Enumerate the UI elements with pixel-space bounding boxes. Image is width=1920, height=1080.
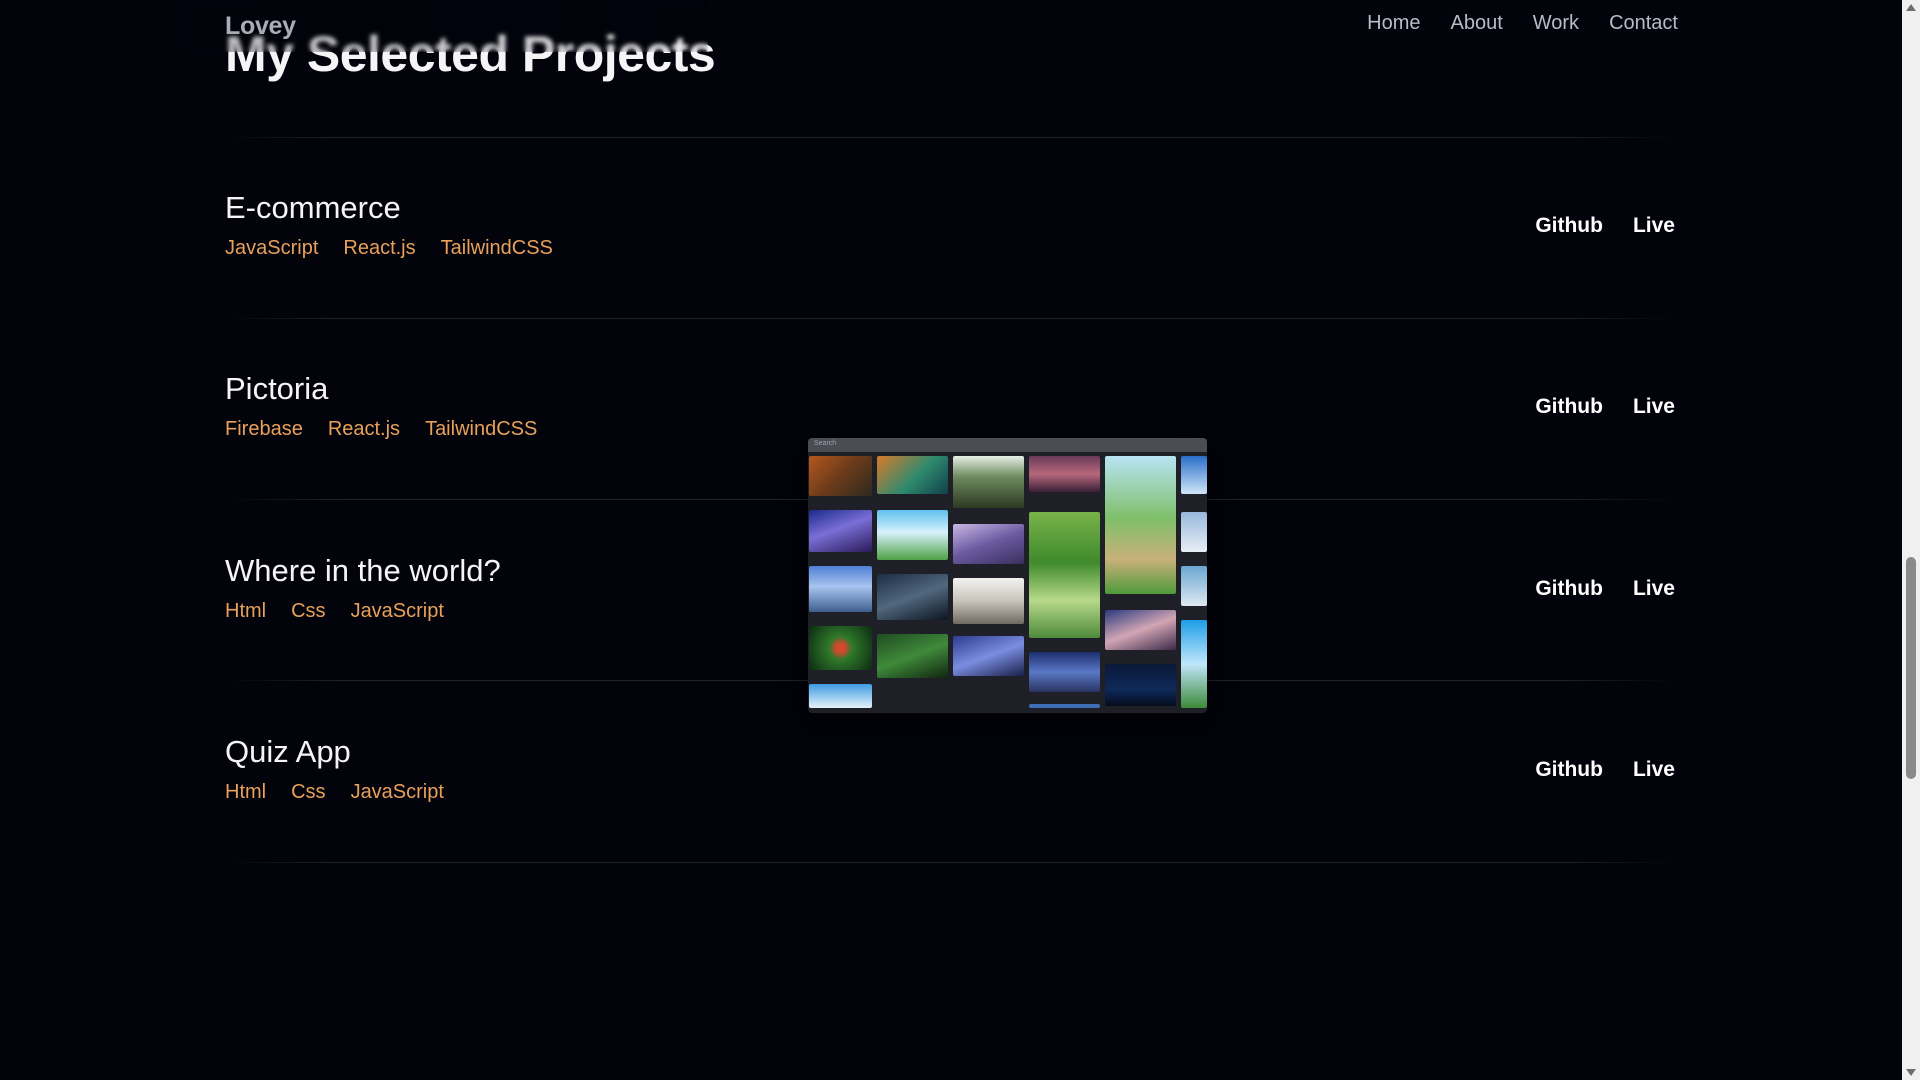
tag: Css <box>291 781 326 803</box>
gallery-tile <box>877 510 948 560</box>
gallery-tile <box>809 510 872 552</box>
gallery-tile <box>1029 652 1100 692</box>
project-tags: Html Css JavaScript <box>225 599 469 623</box>
divider <box>225 318 1675 319</box>
gallery-tile <box>877 456 948 494</box>
gallery-tile <box>809 626 872 670</box>
gallery-tile <box>953 636 1024 676</box>
tag: Html <box>225 781 267 803</box>
tag: Firebase <box>225 418 303 440</box>
divider <box>225 862 1675 863</box>
live-link[interactable]: Live <box>1633 214 1675 238</box>
project-links: Github Live <box>1505 577 1675 601</box>
tag: Css <box>291 600 326 622</box>
gallery-tile <box>1181 456 1207 494</box>
gallery-tile <box>1105 664 1176 706</box>
project-tags: JavaScript React.js TailwindCSS <box>225 236 578 260</box>
tag: TailwindCSS <box>425 418 538 440</box>
project-links: Github Live <box>1505 395 1675 419</box>
github-link[interactable]: Github <box>1535 395 1603 419</box>
site-header: Lovey Home About Work Contact <box>188 0 1678 52</box>
preview-search-placeholder: Search <box>814 440 837 447</box>
gallery-tile <box>1181 566 1207 606</box>
nav-contact[interactable]: Contact <box>1609 12 1678 35</box>
scroll-down-icon[interactable] <box>1906 1069 1916 1076</box>
project-quiz-app: Quiz App Html Css JavaScript Github Live <box>225 732 1675 912</box>
live-link[interactable]: Live <box>1633 577 1675 601</box>
scroll-up-icon[interactable] <box>1906 4 1916 11</box>
tag: JavaScript <box>225 237 319 259</box>
gallery-tile <box>1105 456 1176 594</box>
tag: React.js <box>327 418 401 440</box>
live-link[interactable]: Live <box>1633 395 1675 419</box>
divider <box>225 137 1675 138</box>
gallery-tile <box>1181 620 1207 708</box>
project-title: E-commerce <box>225 190 401 225</box>
live-link[interactable]: Live <box>1633 758 1675 782</box>
gallery-tile <box>1181 512 1207 552</box>
logo[interactable]: Lovey <box>225 12 296 41</box>
github-link[interactable]: Github <box>1535 214 1603 238</box>
project-tags: Firebase React.js TailwindCSS <box>225 417 562 441</box>
project-ecommerce: E-commerce JavaScript React.js TailwindC… <box>225 188 1675 368</box>
gallery-tile <box>1029 512 1100 638</box>
tag: Html <box>225 600 267 622</box>
project-links: Github Live <box>1505 758 1675 782</box>
nav-work[interactable]: Work <box>1533 12 1579 35</box>
tag: TailwindCSS <box>440 237 553 259</box>
tag: JavaScript <box>350 600 444 622</box>
tag: React.js <box>343 237 416 259</box>
project-title: Quiz App <box>225 734 351 769</box>
project-title: Where in the world? <box>225 553 501 588</box>
project-preview-image: Search <box>808 438 1207 713</box>
gallery-tile <box>1105 610 1176 650</box>
github-link[interactable]: Github <box>1535 758 1603 782</box>
main-nav: Home About Work Contact <box>1337 12 1678 35</box>
gallery-tile <box>809 684 872 708</box>
preview-search-bar: Search <box>808 438 1207 452</box>
project-tags: Html Css JavaScript <box>225 780 469 804</box>
gallery-tile <box>953 578 1024 624</box>
gallery-tile <box>953 524 1024 564</box>
github-link[interactable]: Github <box>1535 577 1603 601</box>
project-links: Github Live <box>1505 214 1675 238</box>
gallery-tile <box>877 634 948 678</box>
gallery-tile <box>953 456 1024 508</box>
tag: JavaScript <box>350 781 444 803</box>
gallery-tile <box>1029 704 1100 708</box>
gallery-tile <box>809 456 872 496</box>
gallery-tile <box>809 566 872 612</box>
nav-about[interactable]: About <box>1450 12 1502 35</box>
scroll-thumb[interactable] <box>1906 557 1916 779</box>
vertical-scrollbar[interactable] <box>1902 0 1920 1080</box>
gallery-tile <box>1029 456 1100 492</box>
gallery-tile <box>877 574 948 620</box>
project-title: Pictoria <box>225 371 329 406</box>
nav-home[interactable]: Home <box>1367 12 1420 35</box>
page: My Selected Projects E-commerce JavaScri… <box>0 0 1920 1080</box>
